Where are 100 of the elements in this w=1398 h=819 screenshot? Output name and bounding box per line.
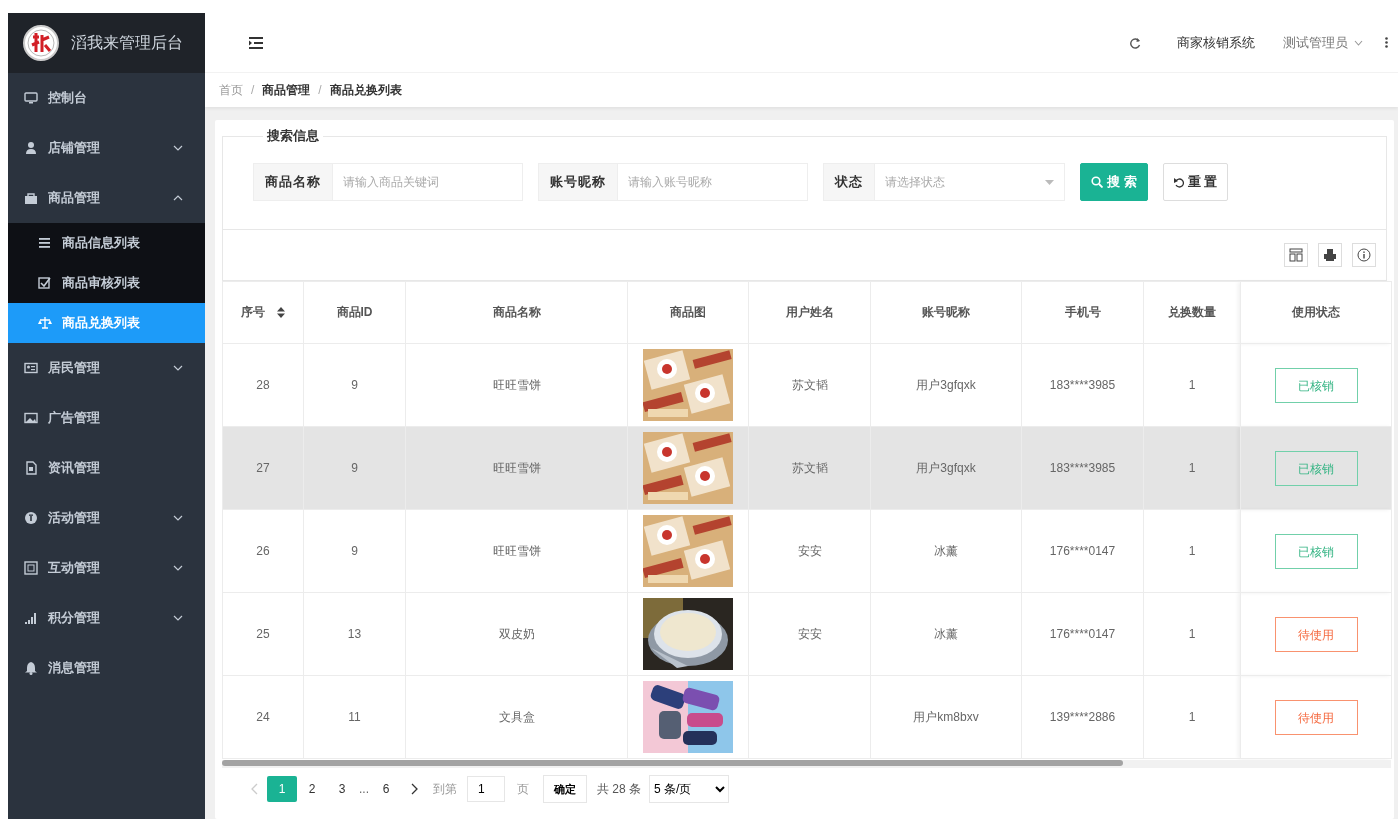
id-card-icon: [24, 361, 38, 375]
checkbox-icon: [38, 276, 52, 290]
confirm-button[interactable]: 确定: [543, 775, 587, 803]
sidebar-item[interactable]: 消息管理: [8, 643, 205, 693]
status-tag: 待使用: [1274, 616, 1358, 652]
table-cell: 1: [1143, 343, 1241, 427]
table-cell: 27: [222, 426, 304, 510]
table-cell: 1: [1143, 592, 1241, 676]
reset-button[interactable]: 重 置: [1162, 163, 1229, 201]
goto-label: 到第: [433, 780, 457, 798]
table-cell: 用户3gfqxk: [870, 426, 1022, 510]
page-number[interactable]: 6: [371, 776, 401, 802]
column-header: 兑换数量: [1168, 304, 1216, 321]
breadcrumb-link[interactable]: 商品管理: [262, 81, 311, 99]
sidebar-item[interactable]: 广告管理: [8, 393, 205, 443]
sidebar-item[interactable]: 商品管理: [8, 173, 205, 223]
status-tag: 已核销: [1274, 367, 1358, 403]
logo-icon: [23, 25, 59, 61]
page-size-select[interactable]: 5 条/页: [649, 775, 730, 803]
page-number[interactable]: 3: [327, 776, 357, 802]
print-icon: [1323, 248, 1337, 262]
column-header: 账号昵称: [922, 304, 970, 321]
table-cell: 183****3985: [1021, 426, 1144, 510]
sidebar-item[interactable]: 资讯管理: [8, 443, 205, 493]
sidebar-item[interactable]: 积分管理: [8, 593, 205, 643]
page-ellipsis: ...: [359, 782, 369, 796]
column-header: 商品图: [670, 304, 706, 321]
table-cell: 双皮奶: [405, 592, 628, 676]
sidebar-item[interactable]: 商品信息列表: [8, 223, 205, 263]
page-input[interactable]: 1: [467, 776, 505, 802]
column-header: 使用状态: [1292, 304, 1340, 321]
table-cell: 139****2886: [1021, 675, 1144, 759]
column-header: 商品ID: [336, 304, 373, 321]
grid-square-icon: [24, 561, 38, 575]
image-icon: [24, 411, 38, 425]
info-tool-button[interactable]: [1352, 243, 1376, 267]
page-unit: 页: [517, 780, 529, 798]
table-cell: 9: [303, 343, 406, 427]
table-cell: 176****0147: [1021, 592, 1144, 676]
column-header: 商品名称: [492, 304, 541, 321]
chevron-right-icon[interactable]: [410, 783, 418, 795]
monitor-icon: [24, 91, 38, 105]
field-label: 账号昵称: [538, 163, 618, 201]
app-title: 滔我来管理后台: [71, 32, 183, 53]
table-cell: 苏文韬: [748, 343, 871, 427]
info-icon: [1357, 248, 1371, 262]
sidebar-item[interactable]: 居民管理: [8, 343, 205, 393]
columns-tool-button[interactable]: [1284, 243, 1308, 267]
table-cell: 冰薰: [870, 592, 1022, 676]
status-tag: 已核销: [1274, 533, 1358, 569]
signal-bars-icon: [24, 611, 38, 625]
breadcrumb-current: 商品兑换列表: [329, 81, 402, 99]
list-icon: [38, 236, 52, 250]
scrollbar-thumb[interactable]: [222, 760, 1123, 766]
sort-icon: [277, 307, 285, 318]
table-cell: 26: [222, 509, 304, 593]
table-cell: 冰薰: [870, 509, 1022, 593]
bell-icon: [24, 661, 38, 675]
search-field[interactable]: 请输入商品关键词: [333, 163, 523, 201]
person-icon: [24, 141, 38, 155]
scale-icon: [38, 316, 52, 330]
column-header: 用户姓名: [785, 304, 834, 321]
document-icon: [24, 461, 38, 475]
table-cell: 用户km8bxv: [870, 675, 1022, 759]
table-cell: 24: [222, 675, 304, 759]
table-cell: 9: [303, 509, 406, 593]
total-count: 共 28 条: [597, 780, 642, 798]
caret-down-icon: [1045, 179, 1054, 185]
sidebar-item[interactable]: 互动管理: [8, 543, 205, 593]
undo-icon: [1173, 176, 1184, 188]
breadcrumb-separator: /: [251, 83, 255, 97]
table-cell: 1: [1143, 509, 1241, 593]
table-cell: 旺旺雪饼: [405, 509, 628, 593]
chevron-down-icon: [1354, 39, 1363, 46]
user-menu[interactable]: 测试管理员: [1283, 33, 1363, 52]
print-tool-button[interactable]: [1318, 243, 1342, 267]
table-cell: 旺旺雪饼: [405, 343, 628, 427]
column-header: 序号: [241, 304, 265, 321]
sidebar-item[interactable]: 店铺管理: [8, 123, 205, 173]
table-cell: 28: [222, 343, 304, 427]
field-label: 商品名称: [253, 163, 333, 201]
menu-fold-icon: [249, 36, 263, 49]
breadcrumb-separator: /: [318, 83, 322, 97]
sidebar-item[interactable]: 商品审核列表: [8, 263, 205, 303]
table-cell: 苏文韬: [748, 426, 871, 510]
column-header: 手机号: [1064, 304, 1101, 321]
table-cell: 13: [303, 592, 406, 676]
table-cell: 安安: [748, 592, 871, 676]
system-link[interactable]: 商家核销系统: [1177, 33, 1255, 52]
table-cell: 11: [303, 675, 406, 759]
table-cell: 1: [1143, 426, 1241, 510]
page-number[interactable]: 2: [297, 776, 327, 802]
info-circle-icon: [24, 511, 38, 525]
more-icon: [1385, 37, 1388, 48]
field-label: 状态: [823, 163, 875, 201]
columns-icon: [1289, 248, 1303, 262]
sidebar-item[interactable]: 活动管理: [8, 493, 205, 543]
search-field[interactable]: 请输入账号昵称: [618, 163, 808, 201]
table-cell: 176****0147: [1021, 509, 1144, 593]
sidebar-item[interactable]: 控制台: [8, 73, 205, 123]
